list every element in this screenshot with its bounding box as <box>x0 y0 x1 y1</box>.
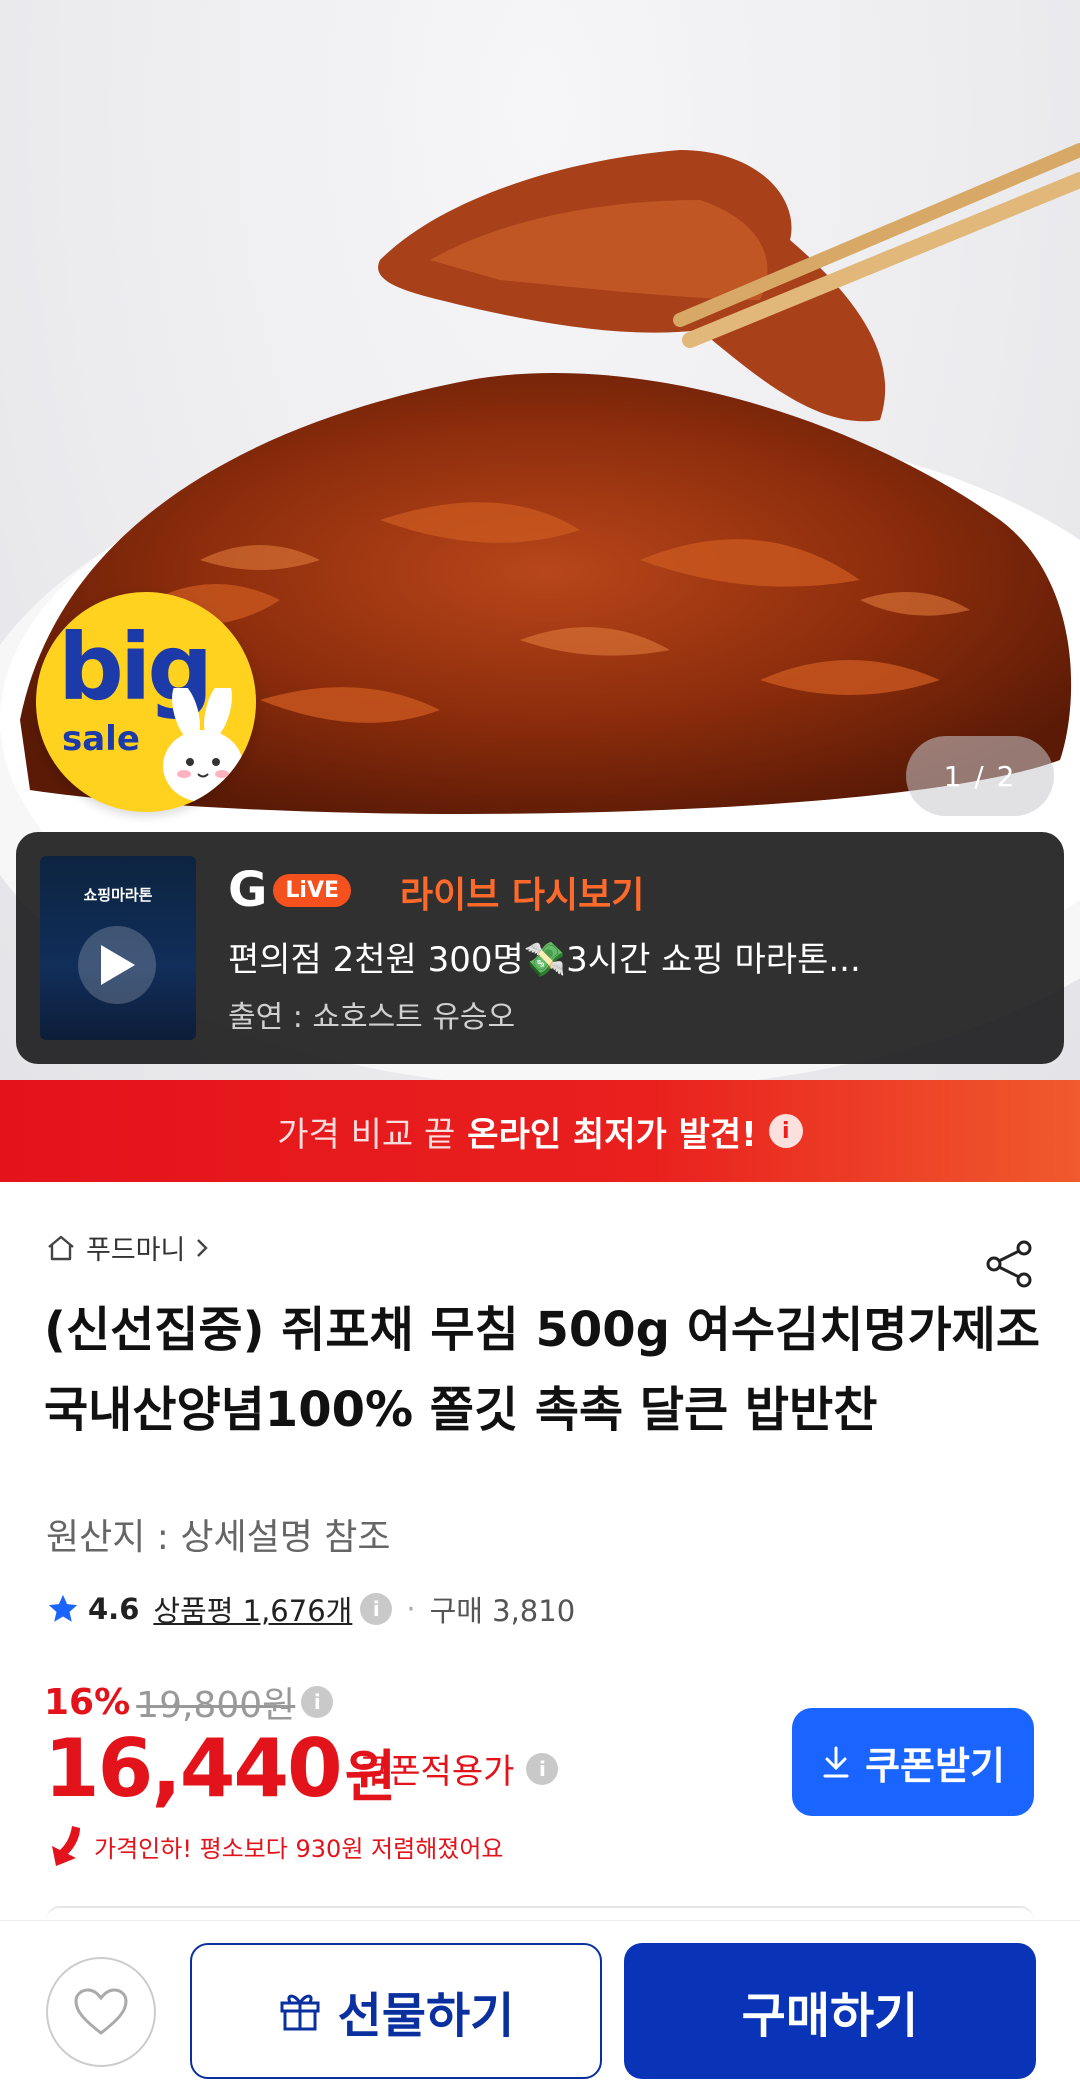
info-icon[interactable]: i <box>360 1593 393 1625</box>
price-drop-text: 가격인하! 평소보다 930원 저렴해졌어요 <box>94 1834 504 1863</box>
section-divider <box>46 1906 1034 1920</box>
bottom-action-bar: 선물하기 구매하기 <box>0 1920 1080 2100</box>
gift-icon <box>280 1994 320 2031</box>
separator-dot: · <box>406 1592 416 1626</box>
live-replay-card[interactable]: 쇼핑마라톤 G LiVE 라이브 다시보기 편의점 2천원 300명💸3시간 쇼… <box>16 832 1064 1064</box>
live-cast: 출연 : 쇼호스트 유승오 <box>228 1000 516 1035</box>
glive-logo: G LiVE <box>228 862 352 918</box>
image-counter: 1 / 2 <box>906 736 1054 816</box>
gift-label: 선물하기 <box>337 1990 515 2043</box>
buy-button[interactable]: 구매하기 <box>624 1943 1036 2079</box>
rating-score: 4.6 <box>88 1592 140 1626</box>
buy-label: 구매하기 <box>741 1990 919 2043</box>
gift-button[interactable]: 선물하기 <box>190 1943 602 2079</box>
big-sale-badge: big sale <box>36 592 256 812</box>
product-image-carousel[interactable]: big sale 1 / 2 쇼핑마라톤 G LiVE 라이브 다시보기 편의점… <box>0 0 1080 1080</box>
wishlist-button[interactable] <box>46 1957 156 2067</box>
play-icon[interactable] <box>78 926 156 1004</box>
live-thumbnail[interactable]: 쇼핑마라톤 <box>40 856 196 1040</box>
bunny-mascot-icon <box>163 688 243 802</box>
arrow-down-icon <box>52 1826 80 1866</box>
info-icon[interactable]: i <box>526 1752 559 1785</box>
rating-row: 4.6 상품평 1,676개 i · 구매 3,810 <box>46 1588 575 1630</box>
price-drop-notice: 가격인하! 평소보다 930원 저렴해졌어요 <box>46 1824 504 1868</box>
product-title: (신선집중) 쥐포채 무침 500g 여수김치명가제조 국내산양념100% 쫄깃… <box>44 1302 1040 1438</box>
get-coupon-label: 쿠폰받기 <box>865 1745 1005 1788</box>
coupon-applied-label: 쿠폰적용가 i <box>358 1744 559 1793</box>
breadcrumb[interactable]: 푸드마니 <box>46 1228 209 1267</box>
origin-info: 원산지 : 상세설명 참조 <box>46 1517 391 1558</box>
get-coupon-button[interactable]: 쿠폰받기 <box>792 1708 1034 1816</box>
badge-sale-text: sale <box>62 719 140 759</box>
live-replay-label: 라이브 다시보기 <box>400 875 645 916</box>
final-price-value: 16,440 <box>44 1722 343 1815</box>
share-icon[interactable] <box>984 1238 1036 1294</box>
download-icon <box>823 1746 849 1778</box>
live-pill: LiVE <box>273 873 352 907</box>
discount-rate: 16% <box>44 1681 131 1723</box>
discount-row: 16% 19,800원 i <box>44 1676 334 1728</box>
lowest-price-banner[interactable]: 가격 비교 끝 온라인 최저가 발견! i <box>0 1080 1080 1182</box>
home-icon <box>48 1235 74 1260</box>
live-title: 편의점 2천원 300명💸3시간 쇼핑 마라톤... <box>228 940 861 980</box>
chevron-right-icon <box>197 1238 209 1257</box>
review-count-link[interactable]: 상품평 1,676개 <box>153 1588 352 1630</box>
final-price: 16,440 원 <box>44 1722 396 1815</box>
live-thumbnail-title: 쇼핑마라톤 <box>83 886 153 904</box>
glive-g-letter: G <box>228 862 268 918</box>
purchase-count: 구매 3,810 <box>429 1594 576 1628</box>
promo-strong-text: 온라인 최저가 발견! <box>467 1114 757 1155</box>
breadcrumb-seller[interactable]: 푸드마니 <box>86 1228 185 1267</box>
info-icon[interactable]: i <box>768 1114 803 1148</box>
promo-light-text: 가격 비교 끝 <box>277 1114 456 1155</box>
coupon-applied-text: 쿠폰적용가 <box>358 1752 515 1792</box>
star-icon <box>48 1594 78 1622</box>
original-price: 19,800원 <box>136 1685 296 1726</box>
info-icon[interactable]: i <box>301 1686 334 1718</box>
heart-icon <box>74 1988 128 2035</box>
